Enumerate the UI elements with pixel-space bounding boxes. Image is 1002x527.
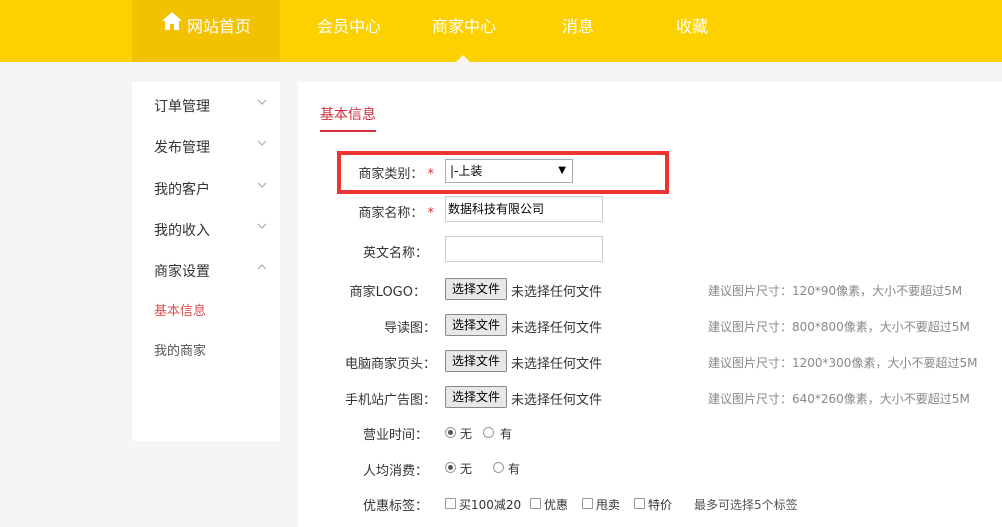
tag-checkbox-clearance[interactable] [582,498,593,509]
logo-label: 商家LOGO： [349,285,426,300]
main-panel: 基本信息 商家类别： * |-上装 ▼ 商家名称： * 数据科技有限公司 英文名… [298,82,1002,527]
mobile-ad-file-status: 未选择任何文件 [511,393,603,408]
tag-label-discount100: 买100减20 [459,498,522,512]
business-hours-label: 营业时间： [362,428,428,443]
tab-basic-info[interactable]: 基本信息 [320,104,376,132]
sidebar-item-customers[interactable]: 我的客户 [154,179,274,199]
active-nav-caret [456,55,470,62]
sidebar-item-income[interactable]: 我的收入 [154,220,274,240]
name-label: 商家名称： * [338,202,434,221]
nav-messages[interactable]: 消息 [530,0,626,62]
sidebar-subitem-my-merchant[interactable]: 我的商家 [154,340,206,359]
sidebar-subitem-basic-info[interactable]: 基本信息 [154,300,206,319]
sidebar-item-label: 我的客户 [154,182,210,198]
avg-none-radio[interactable] [445,462,456,473]
tag-label-special-price: 特价 [648,498,673,512]
tags-limit-hint: 最多可选择5个标签 [694,498,798,512]
logo-file-status: 未选择任何文件 [511,285,603,300]
hours-yes-radio[interactable] [483,427,494,438]
hours-none-label: 无 [460,427,473,441]
logo-hint: 建议图片尺寸：120*90像素，大小不要超过5M [708,284,963,298]
guide-image-label: 导读图： [383,321,436,336]
guide-image-hint: 建议图片尺寸：800*800像素，大小不要超过5M [708,320,970,334]
guide-image-file-status: 未选择任何文件 [511,321,603,336]
guide-image-file-button[interactable]: 选择文件 [445,314,507,336]
promo-tags-label: 优惠标签： [362,499,428,514]
mobile-ad-file-button[interactable]: 选择文件 [445,386,507,408]
pc-header-hint: 建议图片尺寸：1200*300像素，大小不要超过5M [708,356,978,370]
sidebar: 订单管理 发布管理 我的客户 我的收入 商家设置 基本信息 我的商家 [132,82,280,441]
sidebar-item-orders[interactable]: 订单管理 [154,96,274,116]
english-name-label: 英文名称： [362,246,428,261]
nav-member-center[interactable]: 会员中心 [290,0,408,62]
sidebar-item-label: 商家设置 [154,264,210,280]
sidebar-item-label: 发布管理 [154,140,210,156]
chevron-down-icon [256,220,268,236]
mobile-ad-label: 手机站广告图： [344,393,436,408]
chevron-up-icon [256,261,268,277]
sidebar-item-publish[interactable]: 发布管理 [154,137,274,157]
chevron-down-icon [256,179,268,195]
chevron-down-icon [256,96,268,112]
required-mark: * [427,206,435,221]
english-name-input[interactable] [445,236,603,262]
tag-label-clearance: 甩卖 [596,498,621,512]
merchant-name-input[interactable]: 数据科技有限公司 [445,196,603,222]
pc-header-file-status: 未选择任何文件 [511,357,603,372]
sidebar-item-label: 订单管理 [154,99,210,115]
pc-header-label: 电脑商家页头： [344,357,436,372]
hours-none-radio[interactable] [445,427,456,438]
chevron-down-icon [256,137,268,153]
avg-spending-label: 人均消费： [362,464,428,479]
category-highlight-box [337,151,669,194]
name-label-text: 商家名称： [358,206,424,221]
logo-file-button[interactable]: 选择文件 [445,278,507,300]
sidebar-item-merchant-settings[interactable]: 商家设置 [154,261,274,281]
top-nav-bar: 网站首页 会员中心 商家中心 消息 收藏 [0,0,1002,62]
nav-merchant-center[interactable]: 商家中心 [410,0,518,62]
mobile-ad-hint: 建议图片尺寸：640*260像素，大小不要超过5M [708,392,970,406]
tag-checkbox-discount[interactable] [530,498,541,509]
avg-yes-label: 有 [508,462,521,476]
sidebar-item-label: 我的收入 [154,223,210,239]
pc-header-file-button[interactable]: 选择文件 [445,350,507,372]
tag-checkbox-discount100[interactable] [445,498,456,509]
avg-none-label: 无 [460,462,473,476]
nav-home-link[interactable]: 网站首页 [132,0,280,62]
tag-label-discount: 优惠 [544,498,569,512]
nav-home-label: 网站首页 [186,17,251,36]
nav-favorites[interactable]: 收藏 [644,0,740,62]
home-icon [161,0,183,53]
tag-checkbox-special-price[interactable] [634,498,645,509]
avg-yes-radio[interactable] [493,462,504,473]
hours-yes-label: 有 [500,427,513,441]
